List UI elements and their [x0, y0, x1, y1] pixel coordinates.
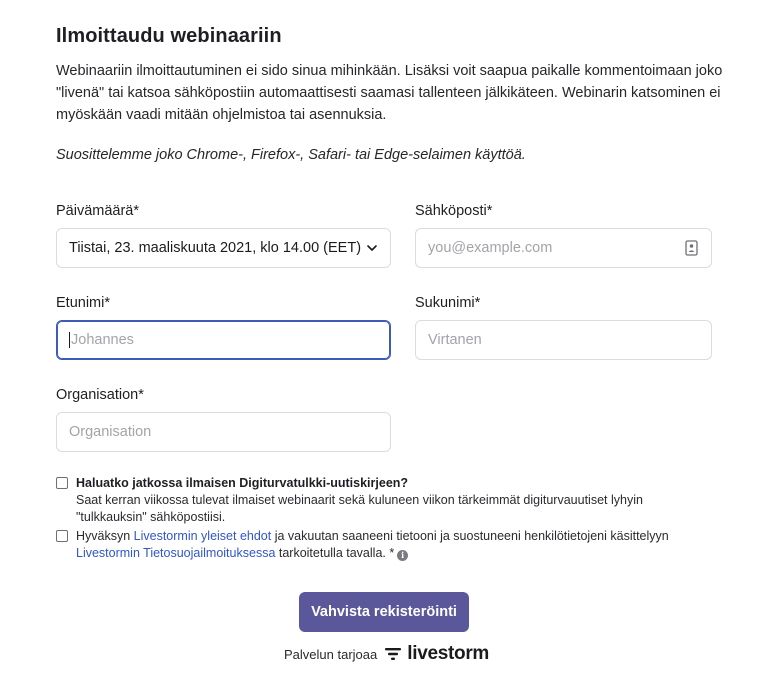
confirm-registration-button[interactable]: Vahvista rekisteröinti — [299, 592, 469, 632]
terms-link[interactable]: Livestormin yleiset ehdot — [134, 529, 272, 543]
email-field[interactable] — [428, 240, 685, 256]
consent-checkbox[interactable] — [56, 530, 68, 542]
first-name-field-wrapper — [56, 320, 391, 360]
newsletter-checkbox[interactable] — [56, 477, 68, 489]
email-field-wrapper — [415, 228, 712, 268]
text-cursor — [69, 332, 70, 348]
organisation-label: Organisation* — [56, 387, 144, 403]
newsletter-description: Saat kerran viikossa tulevat ilmaiset we… — [76, 493, 643, 524]
privacy-notice-link[interactable]: Livestormin Tietosuojailmoituksessa — [76, 546, 275, 560]
last-name-field-wrapper — [415, 320, 712, 360]
livestorm-logo-icon — [385, 648, 402, 660]
powered-by: Palvelun tarjoaa livestorm — [284, 643, 489, 665]
organisation-field[interactable] — [69, 424, 378, 440]
info-icon[interactable]: i — [397, 550, 409, 561]
chevron-down-icon — [367, 245, 377, 251]
email-label: Sähköposti* — [415, 203, 493, 219]
organisation-field-wrapper — [56, 412, 391, 452]
intro-text: Webinaariin ilmoittautuminen ei sido sin… — [56, 63, 723, 123]
newsletter-option: Haluatko jatkossa ilmaisen Digiturvatulk… — [56, 475, 696, 526]
first-name-field[interactable] — [71, 332, 378, 348]
livestorm-brand-link[interactable]: livestorm — [385, 643, 489, 665]
consent-text-part: tarkoitetulla tavalla. * — [275, 546, 395, 560]
date-select-value: Tiistai, 23. maaliskuuta 2021, klo 14.00… — [69, 240, 362, 256]
date-select[interactable]: Tiistai, 23. maaliskuuta 2021, klo 14.00… — [56, 228, 391, 268]
form-title: Ilmoittaudu webinaariin — [56, 25, 282, 47]
date-label: Päivämäärä* — [56, 203, 140, 219]
consent-text: Hyväksyn Livestormin yleiset ehdot ja va… — [76, 528, 669, 562]
powered-by-text: Palvelun tarjoaa — [284, 646, 378, 662]
newsletter-text: Haluatko jatkossa ilmaisen Digiturvatulk… — [76, 475, 696, 526]
browser-recommendation: Suosittelemme joko Chrome-, Firefox-, Sa… — [56, 147, 526, 163]
consent-option: Hyväksyn Livestormin yleiset ehdot ja va… — [56, 528, 716, 562]
last-name-field[interactable] — [428, 332, 699, 348]
newsletter-question: Haluatko jatkossa ilmaisen Digiturvatulk… — [76, 476, 409, 490]
consent-text-part: Hyväksyn — [76, 529, 134, 543]
consent-text-part: ja vakuutan saaneeni tietooni ja suostun… — [271, 529, 669, 543]
first-name-label: Etunimi* — [56, 295, 110, 311]
contact-card-icon[interactable] — [685, 240, 699, 256]
livestorm-wordmark: livestorm — [407, 643, 490, 664]
last-name-label: Sukunimi* — [415, 295, 481, 311]
